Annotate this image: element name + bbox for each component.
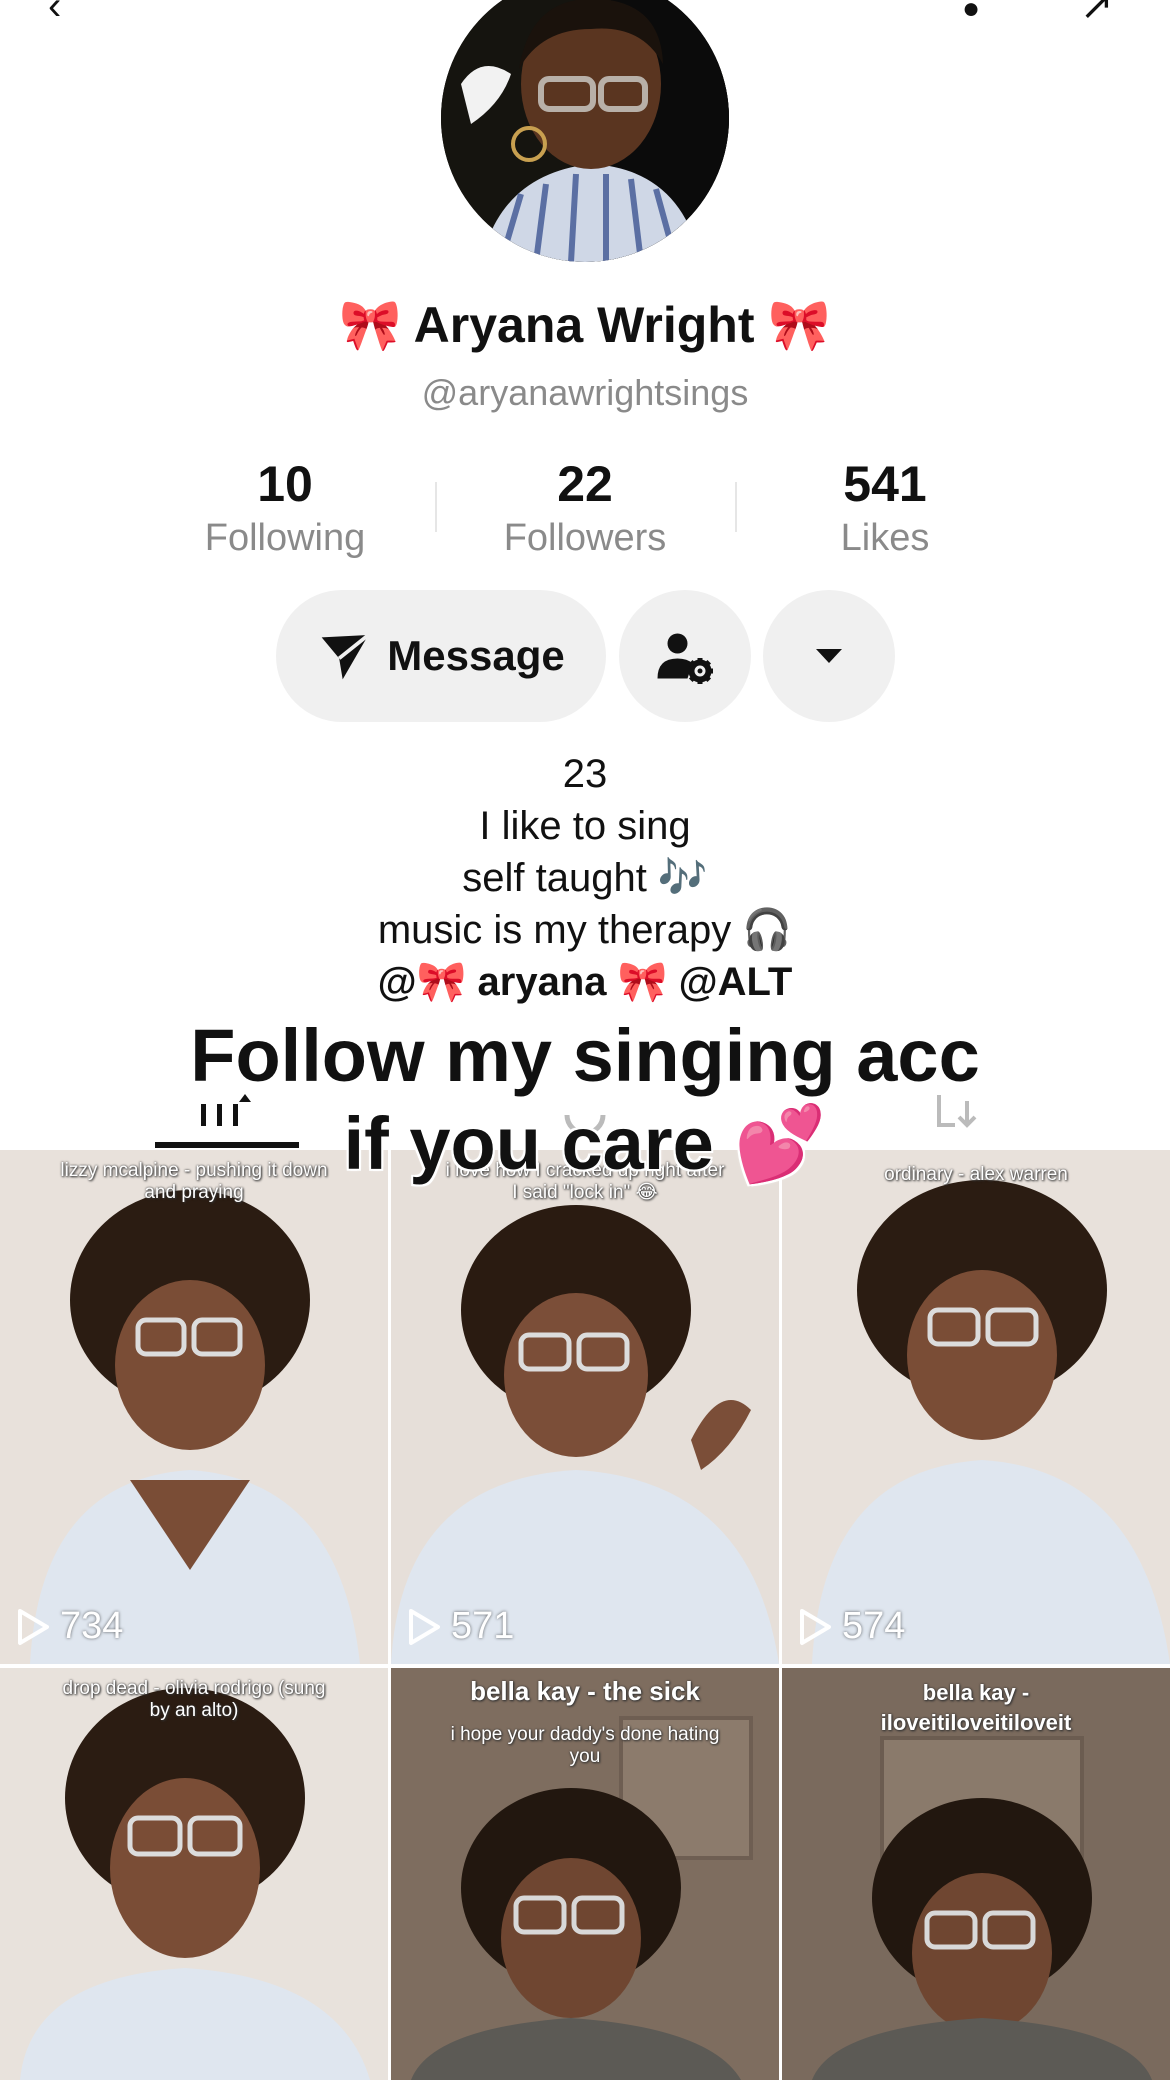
bio: 23 I like to sing self taught 🎶 music is…: [0, 748, 1170, 1008]
avatar-image: [441, 0, 729, 262]
stat-likes[interactable]: 541 Likes: [735, 454, 1035, 562]
profile-stats: 10 Following 22 Followers 541 Likes: [0, 454, 1170, 564]
stat-label: Followers: [503, 517, 667, 559]
caret-down-icon: [816, 649, 842, 663]
video-tile[interactable]: bella kay - iloveitiloveitiloveit: [782, 1668, 1170, 2080]
username-handle: @aryanawrightsings: [421, 372, 749, 413]
display-name: 🎀 Aryana Wright 🎀: [339, 297, 831, 353]
video-tile[interactable]: lizzy mcalpine - pushing it down and pra…: [0, 1150, 388, 1664]
stat-label: Following: [204, 517, 366, 559]
video-thumbnail: [0, 1150, 388, 1664]
video-grid: lizzy mcalpine - pushing it down and pra…: [0, 1150, 1170, 2080]
stat-following[interactable]: 10 Following: [135, 454, 435, 562]
view-count: 574: [798, 1605, 905, 1648]
more-options-button[interactable]: [763, 590, 895, 722]
video-tile[interactable]: ordinary - alex warren 574: [782, 1150, 1170, 1664]
person-gear-icon: [657, 633, 713, 684]
video-thumbnail: [782, 1150, 1170, 1664]
video-tile[interactable]: bella kay - the sick i hope your daddy's…: [391, 1668, 779, 2080]
view-count: 571: [407, 1605, 514, 1648]
play-icon: [800, 1608, 831, 1645]
view-count-value: 574: [842, 1605, 906, 1647]
message-button-label: Message: [387, 632, 565, 679]
video-caption: bella kay - the sick: [470, 1676, 700, 1706]
stat-followers[interactable]: 22 Followers: [435, 454, 735, 562]
view-count: 734: [16, 1605, 123, 1648]
avatar[interactable]: [441, 0, 729, 262]
notification-icon[interactable]: ●: [962, 0, 980, 24]
video-caption: drop dead - olivia rodrigo (sung by an a…: [62, 1678, 326, 1721]
share-icon[interactable]: ↗: [1080, 0, 1114, 26]
bio-line: I like to sing: [479, 804, 691, 848]
video-tile[interactable]: i love how I cracked up right after I sa…: [391, 1150, 779, 1664]
video-tile[interactable]: drop dead - olivia rodrigo (sung by an a…: [0, 1668, 388, 2080]
bio-line: self taught 🎶: [462, 856, 708, 900]
friends-settings-button[interactable]: [619, 590, 751, 722]
bio-line: music is my therapy 🎧: [377, 908, 793, 952]
stat-value: 541: [843, 456, 927, 512]
stat-value: 10: [257, 456, 313, 512]
bio-line: 23: [562, 752, 608, 796]
bio-linked-accounts[interactable]: @🎀 aryana 🎀 @ALT: [0, 956, 1170, 1008]
play-icon: [18, 1608, 49, 1645]
paper-plane-icon: [321, 633, 370, 680]
profile-actions: Message: [0, 590, 1170, 722]
video-caption: bella kay - iloveitiloveitiloveit: [880, 1680, 1072, 1735]
stat-label: Likes: [840, 517, 930, 559]
message-button[interactable]: Message: [276, 590, 606, 722]
video-thumbnail: [0, 1668, 388, 2080]
video-thumbnail: [391, 1150, 779, 1664]
view-count-value: 734: [60, 1605, 124, 1647]
play-icon: [409, 1608, 440, 1645]
video-subcaption: i hope your daddy's done hating you: [450, 1724, 720, 1767]
view-count-value: 571: [451, 1605, 515, 1647]
back-icon[interactable]: ‹: [48, 0, 61, 26]
stat-value: 22: [557, 456, 613, 512]
overlay-caption: Follow my singing acc if you care 💕: [189, 1013, 981, 1187]
